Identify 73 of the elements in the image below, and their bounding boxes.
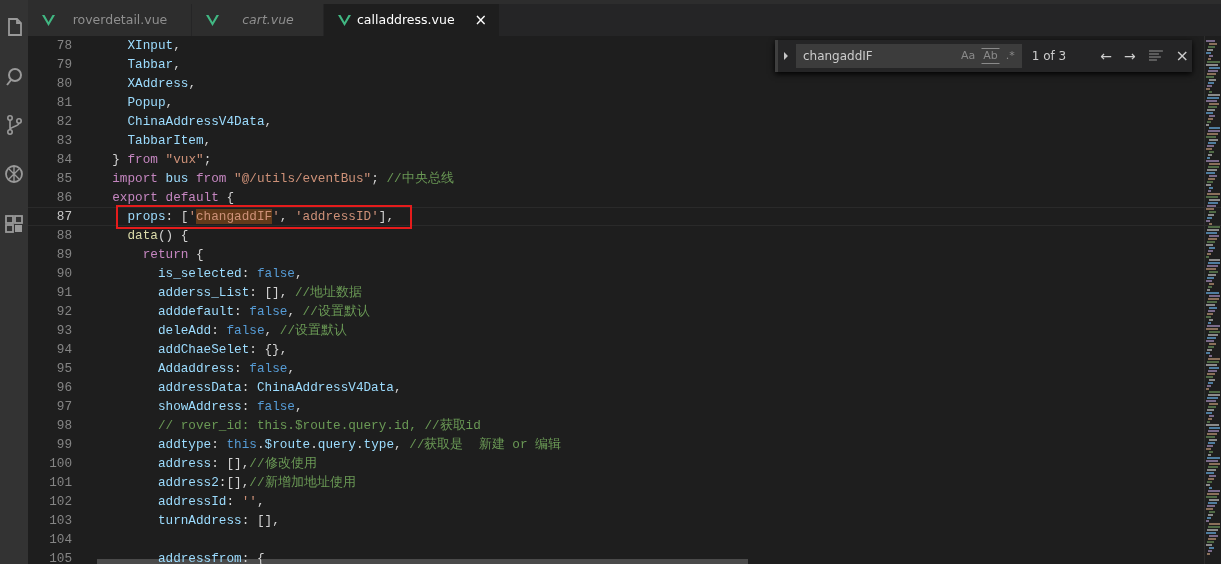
line-number: 101 [48, 474, 72, 492]
code-line: deleAdd: false, //设置默认 [156, 322, 347, 340]
code-line: } from "vux"; [111, 151, 212, 169]
code-line: Tabbar, [126, 56, 181, 74]
line-number: 81 [55, 94, 72, 112]
line-number: 93 [55, 322, 72, 340]
code-line: addressfrom: { [156, 550, 265, 564]
bug-icon[interactable] [4, 163, 24, 185]
editor-tab[interactable]: calladdress.vue × [324, 4, 501, 36]
close-icon[interactable]: × [474, 12, 488, 28]
line-number: 104 [48, 531, 72, 549]
line-number: 80 [55, 75, 72, 93]
editor-tab[interactable]: cart.vue [192, 4, 324, 36]
code-line: Popup, [126, 94, 174, 112]
code-line: TabbarItem, [126, 132, 212, 150]
selection-lines-icon[interactable] [1148, 50, 1163, 62]
line-number: 97 [55, 398, 72, 416]
line-number: 88 [55, 227, 72, 245]
code-line: ChinaAddressV4Data, [126, 113, 273, 131]
vue-logo-icon [206, 14, 219, 26]
branch-icon[interactable] [4, 114, 24, 136]
code-line: adddefault: false, //设置默认 [156, 303, 370, 321]
expand-icon[interactable] [782, 51, 790, 61]
code-line: showAddress: false, [156, 398, 303, 416]
code-line: XInput, [126, 37, 181, 55]
line-number: 78 [55, 37, 72, 55]
code-line: XAddress, [126, 75, 196, 93]
code-line: addressData: ChinaAddressV4Data, [156, 379, 402, 397]
line-number: 99 [55, 436, 72, 454]
code-line: address2:[],//新增加地址使用 [156, 474, 356, 492]
code-line: adderss_List: [], //地址数据 [156, 284, 363, 302]
editor-tab[interactable]: roverdetail.vue [28, 4, 192, 36]
vue-logo-icon [42, 14, 55, 26]
line-number: 86 [55, 189, 72, 207]
line-number: 82 [55, 113, 72, 131]
search-icon[interactable] [4, 65, 24, 87]
code-line: addressId: '', [156, 493, 265, 511]
line-number: 79 [55, 56, 72, 74]
line-number: 105 [48, 550, 72, 564]
minimap-drawing[interactable] [1204, 36, 1221, 564]
line-number: 83 [55, 132, 72, 150]
line-number: 103 [48, 512, 72, 530]
code-line: address: [],//修改使用 [156, 455, 317, 473]
line-number: 87 [55, 208, 72, 225]
code-line: props: ['changaddIF', 'addressID'], [126, 208, 394, 225]
code-line: return { [141, 246, 204, 264]
line-number: 89 [55, 246, 72, 264]
line-number: 85 [55, 170, 72, 188]
line-number: 95 [55, 360, 72, 378]
line-number: 84 [55, 151, 72, 169]
match-count: 1 of 3 [1031, 48, 1068, 65]
line-number: 98 [55, 417, 72, 435]
line-number: 92 [55, 303, 72, 321]
code-line: export default { [111, 189, 235, 207]
code-line: addtype: this.$route.query.type, //获取是 新建 or 编辑 [156, 436, 562, 454]
code-line: turnAddress: [], [156, 512, 280, 530]
code-line: import bus from "@/utils/eventBus"; //中央总线 [111, 170, 454, 188]
line-number: 91 [55, 284, 72, 302]
line-number: 96 [55, 379, 72, 397]
extensions-icon[interactable] [4, 212, 24, 234]
code-line: // rover_id: this.$route.query.id, //获取id [156, 417, 481, 435]
line-number: 94 [55, 341, 72, 359]
code-line: Addaddress: false, [156, 360, 295, 378]
next-match-button[interactable]: → [1120, 49, 1139, 63]
code-line: data() { [126, 227, 189, 245]
previous-match-button[interactable]: ← [1097, 49, 1115, 63]
line-number: 90 [55, 265, 72, 283]
close-button[interactable]: × [1172, 48, 1192, 64]
line-number: 102 [48, 493, 72, 511]
code-line: addChaeSelet: {}, [156, 341, 288, 359]
vue-logo-icon [338, 14, 351, 26]
code-line: is_selected: false, [156, 265, 303, 283]
line-number: 100 [48, 455, 72, 473]
